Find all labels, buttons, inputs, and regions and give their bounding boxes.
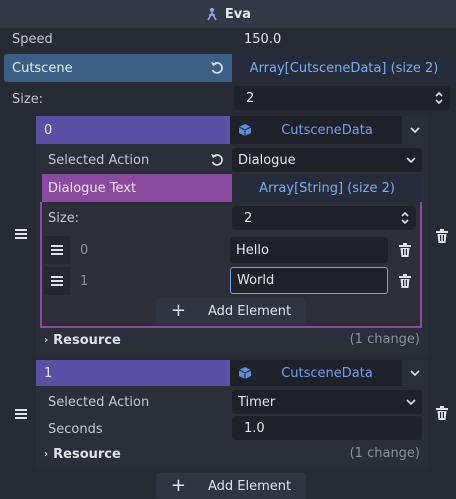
selected-action-label: Selected Action [48,394,150,410]
resource-section-0[interactable]: › Resource [44,330,244,350]
resource-section-1[interactable]: › Resource [44,444,244,464]
node-icon [205,7,219,21]
speed-field[interactable]: 150.0 [244,28,444,50]
element-1-resource-picker[interactable]: CutsceneData [230,360,428,386]
plus-icon: + [170,475,186,496]
chevron-down-icon[interactable] [402,360,428,386]
seconds-field[interactable]: 1.0 [232,416,422,440]
drag-handle-icon[interactable] [6,116,36,352]
dialogue-text-property: Dialogue Text [42,174,232,202]
spin-arrows-icon[interactable] [434,90,444,106]
size-spinbox[interactable]: 2 [234,86,450,110]
string-field-0[interactable]: Hello [230,237,388,263]
selected-action-dropdown[interactable]: Dialogue [232,148,422,172]
spin-arrows-icon[interactable] [400,210,410,226]
string-index-0: 0 [80,242,89,258]
speed-label: Speed [12,31,53,47]
size-label: Size: [12,91,44,107]
resource-label: Resource [53,332,121,348]
resource-cube-icon [238,123,252,137]
string-index-1: 1 [80,273,89,289]
string-field-1[interactable]: World [230,267,388,294]
revert-icon[interactable] [208,151,226,169]
inner-add-element-label: Add Element [207,303,292,319]
selected-action-value: Timer [238,394,276,410]
drag-handle-icon[interactable] [44,267,70,295]
element-1-index: 1 [44,365,53,381]
inner-size-value: 2 [244,210,253,226]
resource-cube-icon [238,366,252,380]
selected-action-value: Dialogue [238,152,296,168]
trash-icon[interactable] [394,270,416,292]
resource-changes: (1 change) [349,332,420,347]
inner-size-label: Size: [48,210,80,226]
add-element-label: Add Element [207,478,292,494]
element-0-drag-handle[interactable] [6,116,36,352]
element-1-index-bar: 1 [36,360,230,386]
chevron-right-icon: › [44,334,49,346]
element-0-resource-picker[interactable]: CutsceneData [230,116,428,144]
trash-icon[interactable] [432,226,452,246]
trash-icon[interactable] [432,403,452,423]
size-value: 2 [246,90,255,106]
cutscene-label: Cutscene [12,60,73,76]
element-1-resource-type: CutsceneData [281,365,373,381]
chevron-down-icon [406,399,416,405]
dialogue-text-label: Dialogue Text [48,180,137,196]
chevron-down-icon[interactable] [402,116,428,144]
inner-add-element-button[interactable]: + Add Element [156,298,306,324]
cutscene-property: Cutscene [4,54,232,82]
element-0-index: 0 [44,122,53,138]
element-0-index-bar: 0 [36,116,230,144]
element-1-drag-handle[interactable] [6,360,36,468]
selected-action-label: Selected Action [48,152,150,168]
drag-handle-icon[interactable] [44,236,70,264]
inspector-header: Eva [0,0,456,28]
dialogue-array-button[interactable]: Array[String] (size 2) [232,174,422,202]
resource-changes: (1 change) [349,446,420,461]
inner-size-spinbox[interactable]: 2 [232,206,416,230]
resource-label: Resource [53,446,121,462]
add-element-button[interactable]: + Add Element [156,473,306,499]
plus-icon: + [170,300,186,321]
cutscene-array-button[interactable]: Array[CutsceneData] (size 2) [232,54,456,82]
revert-icon[interactable] [208,59,226,77]
element-0-resource-type: CutsceneData [281,122,373,138]
selected-action-dropdown[interactable]: Timer [232,390,422,414]
chevron-right-icon: › [44,448,49,460]
chevron-down-icon [406,157,416,163]
trash-icon[interactable] [394,239,416,261]
seconds-label: Seconds [48,421,103,437]
node-title: Eva [224,6,252,22]
